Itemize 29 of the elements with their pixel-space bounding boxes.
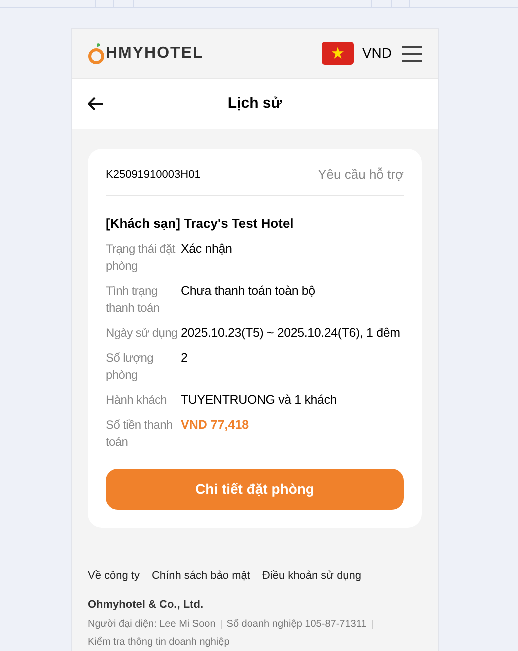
price-value: VND 77,418: [181, 417, 250, 434]
flag-icon[interactable]: [322, 42, 354, 65]
field-label: Số tiền thanh toán: [106, 417, 174, 451]
field-label: Ngày sử dụng: [106, 325, 179, 342]
logo-text: HMYHOTEL: [106, 44, 204, 64]
field-value: Chưa thanh toán toàn bộ: [181, 283, 316, 300]
footer-link[interactable]: Chính sách bảo mật: [152, 568, 250, 584]
support-link[interactable]: Yêu cầu hỗ trợ: [318, 165, 404, 184]
company-name: Ohmyhotel & Co., Ltd.: [88, 598, 204, 612]
field-label: Trạng thái đặt phòng: [106, 241, 177, 275]
field-value: Xác nhận: [181, 241, 232, 258]
menu-icon[interactable]: [402, 46, 422, 62]
field-value: TUYENTRUONG và 1 khách: [181, 392, 338, 409]
currency-selector[interactable]: VND: [362, 43, 392, 64]
field-label: Tình trạng thanh toán: [106, 283, 161, 317]
back-icon[interactable]: [88, 97, 104, 111]
field-label: Số lượng phòng: [106, 350, 155, 384]
hotel-name: [Khách sạn] Tracy's Test Hotel: [106, 214, 295, 233]
footer-link[interactable]: Về công ty: [88, 568, 140, 584]
fruit-logo-icon: [88, 42, 105, 64]
business-info-link[interactable]: Kiểm tra thông tin doanh nghiệp: [88, 635, 422, 650]
page-title: Lịch sử: [228, 94, 282, 114]
footer-link[interactable]: Điều khoản sử dụng: [262, 568, 362, 584]
field-label: Hành khách: [106, 392, 168, 409]
company-info: Người đại diện: Lee Mi Soon: [88, 618, 216, 632]
company-info: Số doanh nghiệp 105-87-71311: [226, 618, 367, 632]
field-value: 2025.10.23(T5) ~ 2025.10.24(T6), 1 đêm: [181, 325, 400, 342]
field-value: 2: [181, 350, 188, 367]
booking-code: K25091910003H01: [106, 168, 201, 182]
